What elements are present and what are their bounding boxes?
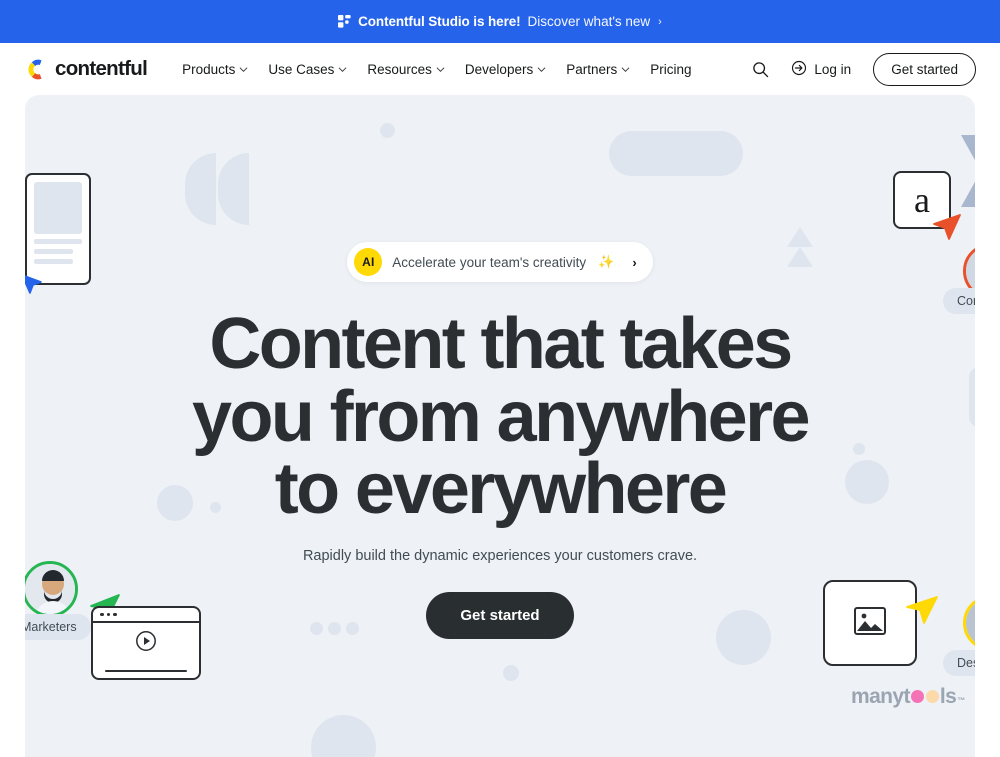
nav-links: Products Use Cases Resources Developers … xyxy=(182,62,691,77)
manytools-text-part1: manyt xyxy=(851,685,910,708)
get-started-nav-button[interactable]: Get started xyxy=(873,52,976,86)
nav-item-products[interactable]: Products xyxy=(182,62,248,77)
designer-label-pill: Desig xyxy=(943,650,975,676)
nav-item-pricing[interactable]: Pricing xyxy=(650,62,691,77)
bg-circle-bottom-left xyxy=(311,715,376,757)
nav-item-label: Partners xyxy=(566,61,618,77)
nav-item-label: Resources xyxy=(367,61,432,77)
ai-promo-pill[interactable]: AI Accelerate your team's creativity ✨ › xyxy=(347,242,653,282)
manytools-text-part2: ls xyxy=(939,685,957,708)
chevron-down-icon xyxy=(239,66,248,72)
banner-link[interactable]: Discover what's new xyxy=(528,14,651,29)
nav-item-label: Use Cases xyxy=(268,61,335,77)
login-arrow-icon xyxy=(791,60,807,79)
search-icon[interactable] xyxy=(752,61,769,78)
manytools-dot-peach xyxy=(925,690,939,703)
sparkle-icon: ✨ xyxy=(598,254,615,269)
chevron-down-icon xyxy=(621,66,630,72)
video-progress-bar xyxy=(104,670,188,672)
manytools-logo: manyt ls ™ xyxy=(851,685,965,709)
chevron-right-icon: › xyxy=(658,15,662,28)
login-label: Log in xyxy=(814,61,852,77)
manytools-dot-pink xyxy=(910,690,924,703)
hero-wrapper: a Con AI Accelerate your team's creativi… xyxy=(0,95,1000,757)
nav-item-use-cases[interactable]: Use Cases xyxy=(268,62,347,77)
nav-actions: Log in Get started xyxy=(752,52,976,86)
announcement-banner[interactable]: Contentful Studio is here! Discover what… xyxy=(0,0,1000,43)
login-button[interactable]: Log in xyxy=(791,60,851,79)
nav-item-label: Pricing xyxy=(650,61,692,77)
logo-wordmark: contentful xyxy=(55,57,148,80)
nav-item-label: Products xyxy=(182,61,236,77)
chevron-down-icon xyxy=(537,66,546,72)
logo-home-link[interactable]: contentful xyxy=(24,57,148,82)
chevron-right-icon: › xyxy=(632,254,637,270)
hero-content: AI Accelerate your team's creativity ✨ ›… xyxy=(25,95,975,640)
video-progress-row xyxy=(93,664,199,678)
contentful-c-logo xyxy=(24,57,49,82)
main-navigation: contentful Products Use Cases Resources … xyxy=(0,43,1000,95)
nav-item-label: Developers xyxy=(464,61,534,77)
hero-subtitle: Rapidly build the dynamic experiences yo… xyxy=(302,548,698,565)
nav-item-partners[interactable]: Partners xyxy=(566,62,630,77)
bg-circle-center-dot xyxy=(503,665,519,681)
chevron-down-icon xyxy=(338,66,347,72)
chevron-down-icon xyxy=(436,66,445,72)
designer-label-text: Desig xyxy=(943,650,975,676)
ai-badge: AI xyxy=(354,248,383,276)
grid-blocks-icon xyxy=(338,15,351,28)
page-title: Content that takes you from anywhere to … xyxy=(192,304,811,530)
hero-section: a Con AI Accelerate your team's creativi… xyxy=(25,95,975,757)
nav-item-resources[interactable]: Resources xyxy=(367,62,445,77)
get-started-hero-button[interactable]: Get started xyxy=(426,592,574,640)
trademark-symbol: ™ xyxy=(957,696,965,705)
banner-headline: Contentful Studio is here! xyxy=(358,14,521,29)
nav-item-developers[interactable]: Developers xyxy=(465,62,546,77)
ai-promo-text: Accelerate your team's creativity xyxy=(392,254,587,270)
